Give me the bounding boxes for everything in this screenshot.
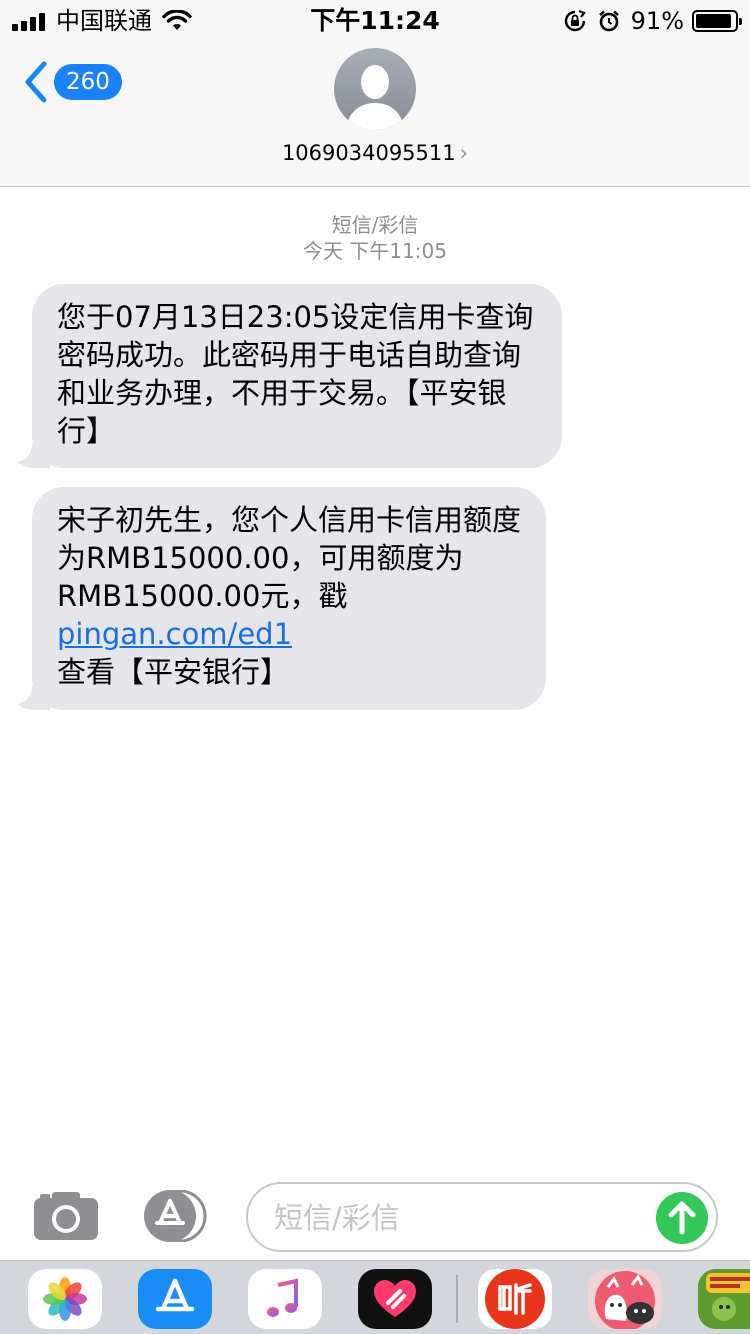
message-link[interactable]: pingan.com/ed1: [57, 617, 292, 651]
status-bar: 中国联通 下午11:24 91%: [0, 0, 750, 40]
message-bubble[interactable]: 宋子初先生，您个人信用卡信用额度为RMB15000.00，可用额度为RMB150…: [18, 487, 546, 710]
battery-fill: [696, 14, 731, 28]
camera-icon[interactable]: [34, 1190, 98, 1240]
message-type-label: 短信/彩信: [331, 213, 419, 237]
thread-meta: 短信/彩信 今天 下午11:05: [0, 212, 750, 264]
bubble-tail: [18, 444, 50, 468]
conversation-header: 中国联通 下午11:24 91% 260 1069034095511 ›: [0, 0, 750, 187]
message-input-placeholder: 短信/彩信: [274, 1201, 400, 1235]
contact-avatar[interactable]: [334, 48, 416, 130]
unread-count-badge: 260: [54, 64, 122, 100]
listen-app-icon[interactable]: [478, 1269, 552, 1329]
photos-icon[interactable]: [28, 1269, 102, 1329]
rotation-lock-icon: [564, 9, 586, 32]
app-store-icon[interactable]: [138, 1269, 212, 1329]
message-text-tail: 查看【平安银行】: [57, 655, 290, 689]
person-silhouette-icon: [346, 65, 404, 130]
battery-icon: [692, 10, 742, 32]
battery-percent: 91%: [630, 7, 684, 35]
sticker-app-icon[interactable]: [588, 1269, 662, 1329]
imessage-app-drawer: [0, 1260, 750, 1334]
app-store-drawer-icon[interactable]: [140, 1190, 212, 1242]
bubble-tail: [18, 686, 50, 710]
alarm-icon: [598, 10, 619, 32]
status-right: 91%: [563, 7, 742, 35]
send-button[interactable]: [656, 1192, 708, 1244]
game-sticker-icon[interactable]: [698, 1269, 750, 1329]
chevron-right-icon: ›: [459, 141, 469, 165]
contact-number-button[interactable]: 1069034095511 ›: [0, 140, 750, 166]
message-bubble[interactable]: 您于07月13日23:05设定信用卡查询密码成功。此密码用于电话自助查询和业务办…: [18, 284, 562, 468]
chevron-left-icon: [25, 61, 47, 103]
message-timestamp: 今天 下午11:05: [303, 239, 447, 263]
contact-number: 1069034095511: [281, 141, 456, 165]
message-text: 宋子初先生，您个人信用卡信用额度为RMB15000.00，可用额度为RMB150…: [57, 503, 522, 613]
message-text: 您于07月13日23:05设定信用卡查询密码成功。此密码用于电话自助查询和业务办…: [57, 300, 534, 448]
music-icon[interactable]: [248, 1269, 322, 1329]
drawer-divider: [456, 1275, 458, 1323]
back-button[interactable]: 260: [22, 60, 122, 104]
digital-touch-icon[interactable]: [358, 1269, 432, 1329]
message-input[interactable]: 短信/彩信: [246, 1182, 718, 1252]
